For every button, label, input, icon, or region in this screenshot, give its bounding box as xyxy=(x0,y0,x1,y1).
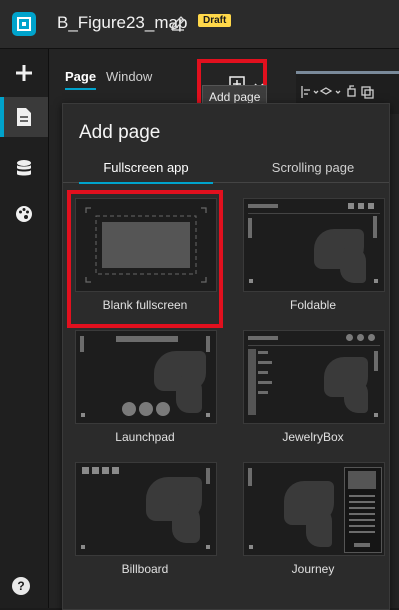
template-billboard[interactable]: Billboard xyxy=(75,462,217,584)
template-thumbnail xyxy=(75,198,217,292)
template-label: Foldable xyxy=(289,298,337,312)
template-thumbnail xyxy=(243,462,385,556)
template-label: Billboard xyxy=(121,562,169,576)
template-label: Launchpad xyxy=(115,430,175,444)
template-launchpad[interactable]: Launchpad xyxy=(75,330,217,452)
menu-title: Add page xyxy=(79,122,161,143)
tab-page[interactable]: Page xyxy=(65,69,97,90)
template-label: Blank fullscreen xyxy=(102,298,188,312)
status-badge: Draft xyxy=(198,14,232,27)
help-icon[interactable]: ? xyxy=(12,577,30,595)
menu-tabs: Fullscreen app Scrolling page xyxy=(63,156,389,184)
template-label: JewelryBox xyxy=(282,430,344,444)
template-foldable[interactable]: Foldable xyxy=(243,198,385,320)
theme-palette-icon[interactable] xyxy=(0,194,48,234)
template-thumbnail xyxy=(243,198,385,292)
template-label: Journey xyxy=(291,562,335,576)
data-database-icon[interactable] xyxy=(0,149,48,189)
template-thumbnail xyxy=(243,330,385,424)
edit-title-pencil-icon[interactable] xyxy=(170,15,186,31)
tab-scrolling-page[interactable]: Scrolling page xyxy=(253,160,373,175)
template-thumbnail xyxy=(75,330,217,424)
left-rail: ? xyxy=(0,49,49,608)
template-thumbnail xyxy=(75,462,217,556)
app-logo-icon xyxy=(12,12,36,36)
tab-window[interactable]: Window xyxy=(106,69,152,84)
tab-fullscreen-app[interactable]: Fullscreen app xyxy=(79,160,213,184)
template-blank-fullscreen[interactable]: Blank fullscreen xyxy=(67,190,223,328)
app-title[interactable]: B_Figure23_map xyxy=(57,13,187,33)
template-journey[interactable]: Journey xyxy=(243,462,385,584)
template-jewelrybox[interactable]: JewelryBox xyxy=(243,330,385,452)
top-bar: B_Figure23_map Draft xyxy=(0,0,399,49)
page-document-icon[interactable] xyxy=(0,97,48,137)
add-page-menu: Add page Fullscreen app Scrolling page B… xyxy=(62,103,390,610)
insert-plus-icon[interactable] xyxy=(0,53,48,93)
